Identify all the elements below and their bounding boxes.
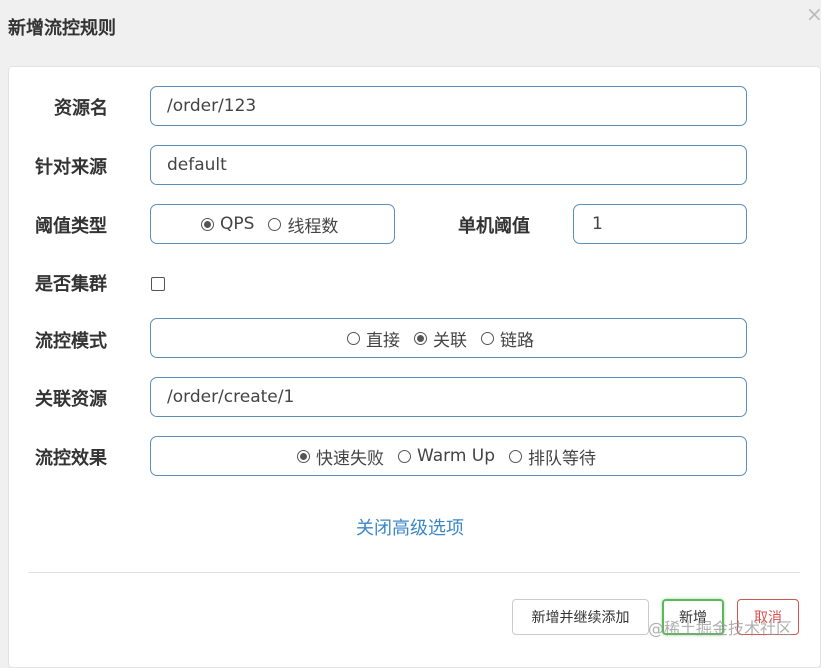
resource-input[interactable]: /order/123 xyxy=(150,86,747,126)
effect-group: 快速失败 Warm Up 排队等待 xyxy=(150,436,747,476)
single-threshold-label: 单机阈值 xyxy=(458,216,530,237)
related-resource-label: 关联资源 xyxy=(35,389,107,410)
radio-queue-label: 排队等待 xyxy=(528,448,597,469)
radio-fast-fail[interactable]: 快速失败 xyxy=(297,444,384,469)
mode-label: 流控模式 xyxy=(35,331,107,352)
radio-chain-label: 链路 xyxy=(500,330,534,351)
radio-threads-label: 线程数 xyxy=(287,216,339,237)
threshold-type-group: QPS 线程数 xyxy=(150,204,395,244)
watermark: @稀土掘金技术社区 xyxy=(648,619,793,638)
radio-warm-up-label: Warm Up xyxy=(417,446,496,466)
threshold-type-label: 阈值类型 xyxy=(35,216,107,237)
radio-queue-circle[interactable] xyxy=(509,449,523,463)
effect-label: 流控效果 xyxy=(35,448,107,469)
mode-group: 直接 关联 链路 xyxy=(150,318,747,358)
radio-threads-circle[interactable] xyxy=(268,217,282,231)
radio-qps-label: QPS xyxy=(220,214,255,234)
close-advanced-link[interactable]: 关闭高级选项 xyxy=(356,514,464,540)
single-threshold-input[interactable]: 1 xyxy=(573,204,747,244)
radio-chain-circle[interactable] xyxy=(481,331,494,345)
radio-fast-fail-label: 快速失败 xyxy=(316,448,384,469)
radio-warm-up[interactable]: Warm Up xyxy=(398,446,495,466)
related-resource-value: /order/create/1 xyxy=(167,387,295,407)
radio-chain[interactable]: 链路 xyxy=(481,326,534,351)
radio-fast-fail-circle[interactable] xyxy=(297,449,310,463)
radio-related-label: 关联 xyxy=(433,330,467,351)
radio-related[interactable]: 关联 xyxy=(414,326,467,351)
single-threshold-value: 1 xyxy=(592,214,603,234)
cluster-checkbox[interactable] xyxy=(151,277,165,291)
radio-qps-circle[interactable] xyxy=(201,217,214,231)
add-and-continue-button[interactable]: 新增并继续添加 xyxy=(512,599,649,635)
footer-divider xyxy=(28,572,800,573)
dialog-title: 新增流控规则 xyxy=(8,18,116,39)
resource-label: 资源名 xyxy=(54,98,108,119)
close-icon[interactable]: × xyxy=(806,4,821,24)
radio-threads[interactable]: 线程数 xyxy=(268,212,338,237)
resource-value: /order/123 xyxy=(167,96,257,116)
radio-direct[interactable]: 直接 xyxy=(347,326,400,351)
radio-queue[interactable]: 排队等待 xyxy=(509,444,596,469)
radio-qps[interactable]: QPS xyxy=(201,214,254,234)
related-resource-input[interactable]: /order/create/1 xyxy=(150,377,747,417)
radio-related-circle[interactable] xyxy=(414,331,427,345)
radio-direct-label: 直接 xyxy=(366,330,400,351)
radio-direct-circle[interactable] xyxy=(347,331,360,345)
source-input[interactable]: default xyxy=(150,145,747,185)
source-label: 针对来源 xyxy=(35,157,107,178)
radio-warm-up-circle[interactable] xyxy=(398,449,411,463)
source-value: default xyxy=(167,155,227,175)
cluster-label: 是否集群 xyxy=(35,274,107,295)
